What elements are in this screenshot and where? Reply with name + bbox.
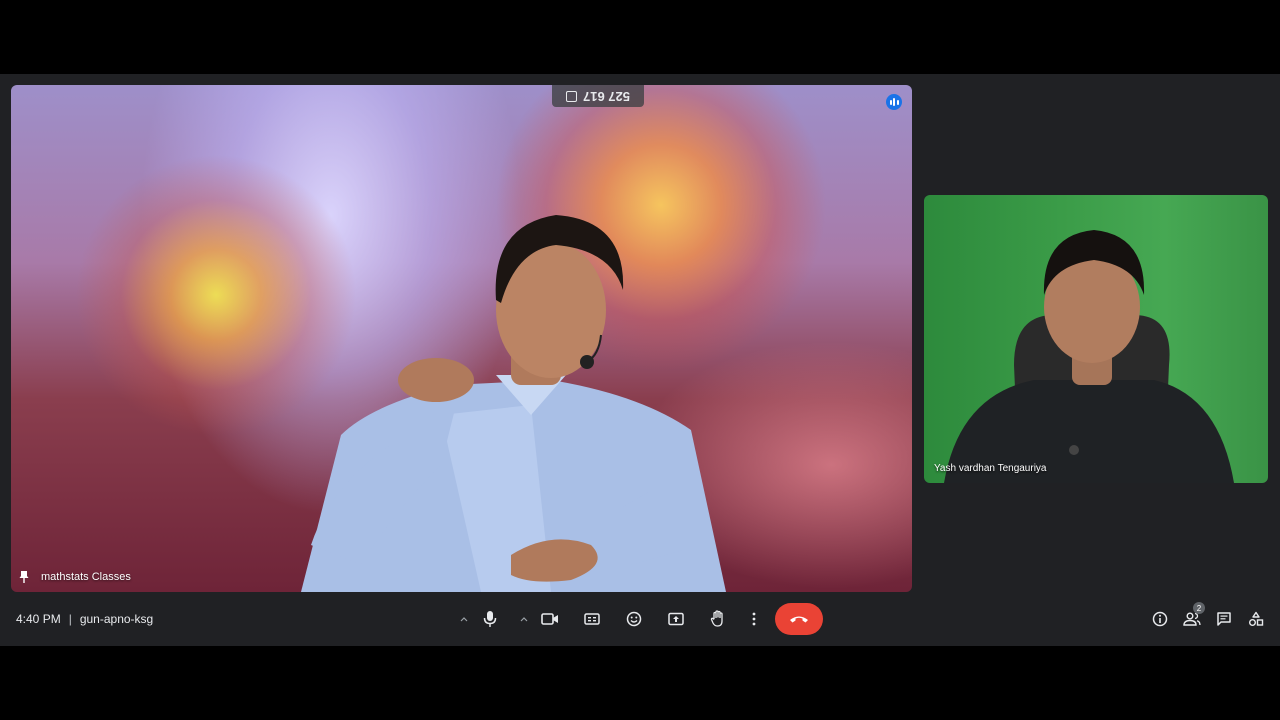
emoji-icon [626, 611, 642, 627]
chat-button[interactable] [1212, 603, 1236, 635]
side-participant-name: Yash vardhan Tengauriya [934, 463, 1047, 474]
people-button[interactable]: 2 [1180, 602, 1205, 635]
control-bar: 4:40 PM | gun-apno-ksg 2 [0, 594, 1280, 644]
main-speaker-video [301, 215, 726, 592]
emoji-button[interactable] [617, 603, 651, 635]
pill-code: 527 617 [583, 88, 630, 104]
audio-level-icon [886, 94, 902, 110]
more-options-icon [752, 612, 756, 626]
microphone-button[interactable] [473, 603, 507, 635]
lock-icon [566, 90, 577, 102]
video-options-caret[interactable] [515, 603, 533, 635]
chevron-up-icon [460, 617, 468, 622]
camera-button[interactable] [533, 603, 567, 635]
end-call-button[interactable] [775, 603, 823, 635]
meeting-code: gun-apno-ksg [79, 612, 154, 626]
activities-icon [1249, 611, 1264, 626]
chat-icon [1217, 612, 1231, 626]
info-icon [1152, 611, 1168, 627]
end-call-icon [790, 616, 808, 623]
people-icon [1183, 612, 1201, 626]
more-options-button[interactable] [743, 603, 765, 635]
camera-icon [541, 613, 558, 625]
divider: | [68, 612, 72, 626]
pin-icon [19, 571, 29, 583]
meeting-pill: 527 617 [552, 85, 644, 107]
meeting-details: 4:40 PM | gun-apno-ksg [16, 612, 153, 626]
main-participant-label: mathstats Classes [19, 570, 131, 584]
microphone-icon [483, 611, 497, 627]
meeting-time: 4:40 PM [16, 612, 61, 626]
participant-count-badge: 2 [1193, 602, 1205, 614]
raise-hand-icon [710, 610, 723, 627]
chevron-up-icon [520, 617, 528, 622]
participant-video-tile[interactable]: Yash vardhan Tengauriya [924, 195, 1268, 483]
side-panel-controls: 2 [1148, 602, 1268, 635]
raise-hand-button[interactable] [701, 603, 735, 635]
call-controls [455, 603, 823, 635]
main-participant-name: mathstats Classes [41, 571, 131, 583]
captions-icon [584, 613, 600, 625]
present-screen-icon [668, 612, 684, 626]
participant-video [944, 230, 1234, 483]
activities-button[interactable] [1244, 603, 1268, 635]
audio-options-caret[interactable] [455, 603, 473, 635]
present-button[interactable] [659, 603, 693, 635]
captions-button[interactable] [575, 603, 609, 635]
main-video-tile[interactable]: 527 617 mathstats Classes [11, 85, 912, 592]
meet-window: 527 617 mathstats Classes Yash vardhan T… [0, 74, 1280, 646]
meeting-details-button[interactable] [1148, 603, 1172, 635]
